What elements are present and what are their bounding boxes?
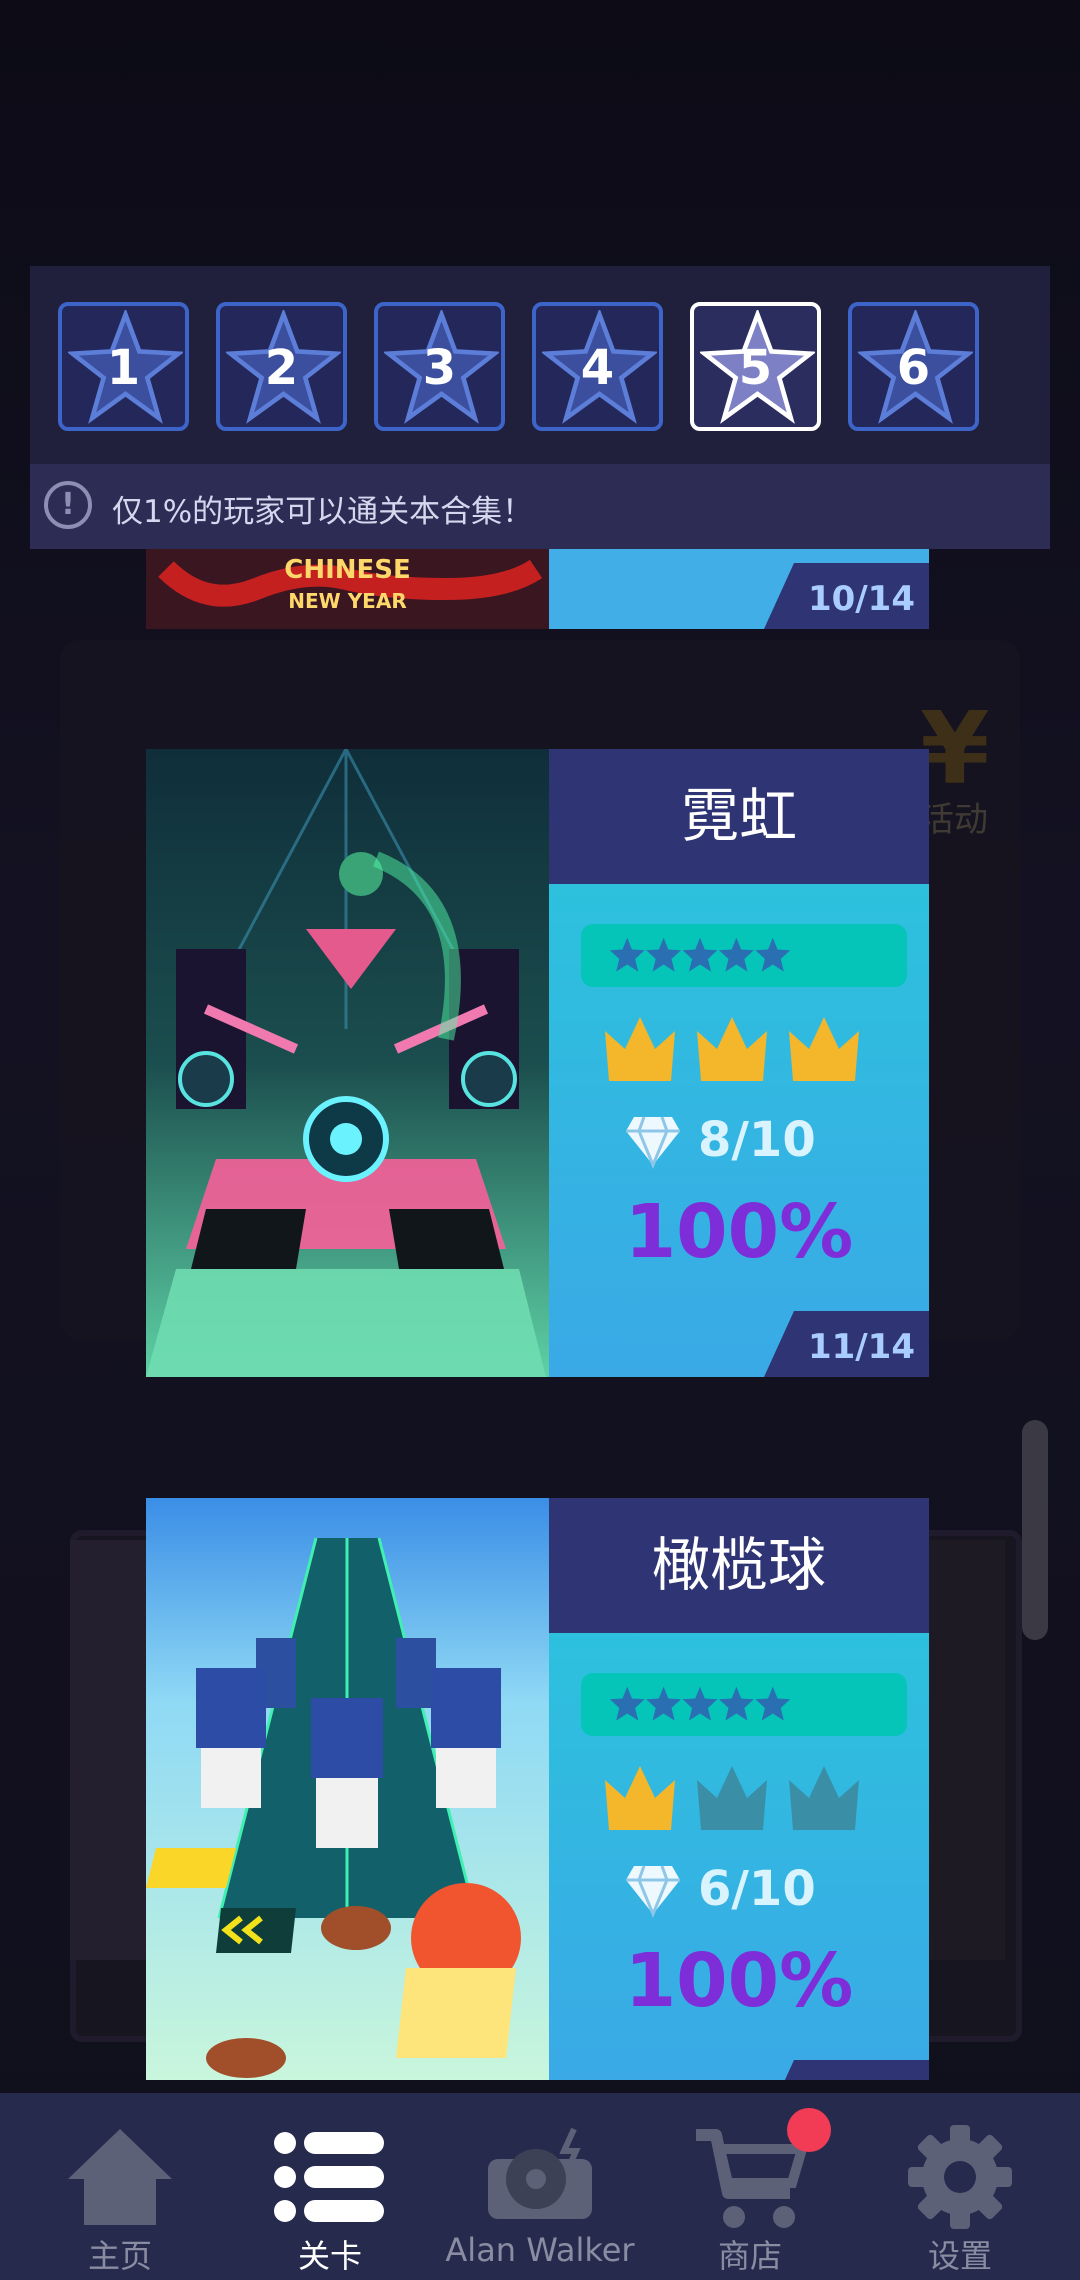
- background-event-label: 活动: [920, 800, 988, 840]
- background-side-right: [925, 1540, 1005, 1960]
- image-caption-line2: NEW YEAR: [288, 589, 407, 613]
- tab-collection-2[interactable]: 2: [216, 302, 347, 431]
- nav-alan-walker[interactable]: Alan Walker: [432, 2093, 648, 2280]
- image-caption-line1: CHINESE: [284, 555, 411, 585]
- nav-label: 设置: [927, 2237, 992, 2275]
- star-icon-row: [609, 937, 791, 972]
- collection-header: 1 2 3 4 5 6 ! 仅1%的玩家可以通关本合集！: [30, 266, 1050, 549]
- level-count-tab: [764, 2014, 929, 2080]
- nav-label: 商店: [717, 2237, 782, 2275]
- home-icon: [68, 2129, 172, 2225]
- nav-settings[interactable]: 设置: [852, 2093, 1068, 2280]
- level-count-tab: 10/14: [764, 563, 929, 629]
- gem-progress: 8/10: [624, 1107, 816, 1173]
- gem-progress: 6/10: [624, 1856, 816, 1922]
- tab-number: 4: [580, 340, 615, 396]
- tab-number: 5: [738, 340, 773, 396]
- background-sign: ¥: [920, 690, 990, 807]
- collection-notice: ! 仅1%的玩家可以通关本合集！: [30, 464, 1050, 549]
- notification-badge: [787, 2108, 831, 2152]
- level-thumbnail: [146, 1498, 549, 2080]
- tab-collection-6[interactable]: 6: [848, 302, 979, 431]
- tab-collection-3[interactable]: 3: [374, 302, 505, 431]
- gear-icon: [908, 2125, 1012, 2229]
- level-count: 10/14: [807, 579, 915, 619]
- nav-home[interactable]: 主页: [12, 2093, 228, 2280]
- level-thumbnail: CHINESE NEW YEAR: [146, 549, 549, 629]
- tab-number: 1: [106, 340, 141, 396]
- tab-collection-1[interactable]: 1: [58, 302, 189, 431]
- difficulty-stars: [581, 924, 907, 987]
- level-title: 霓虹: [549, 749, 929, 884]
- diamond-icon: [626, 1865, 680, 1918]
- completion-percent: 100%: [624, 1938, 854, 2024]
- collection-tabs: 1 2 3 4 5 6: [58, 302, 979, 431]
- scrollbar[interactable]: [1022, 1420, 1048, 1640]
- completion-percent: 100%: [624, 1189, 854, 1275]
- nav-label: 关卡: [297, 2237, 362, 2275]
- level-card-football[interactable]: 橄榄球 6/10 100%: [146, 1498, 929, 2080]
- nav-levels[interactable]: 关卡: [222, 2093, 438, 2280]
- football-level-art: [146, 1498, 549, 2080]
- crown-icons: [605, 1017, 859, 1081]
- level-info-panel: 橄榄球 6/10 100%: [549, 1498, 929, 2080]
- nav-label: Alan Walker: [445, 2231, 635, 2269]
- crown-icons: [605, 1766, 859, 1830]
- tab-collection-4[interactable]: 4: [532, 302, 663, 431]
- level-count-tab: 11/14: [764, 1311, 929, 1377]
- diamond-icon: [626, 1116, 680, 1169]
- exclamation-icon: !: [44, 481, 92, 529]
- tab-collection-5[interactable]: 5: [690, 302, 821, 431]
- bottom-navigation: 主页 关卡 Alan Walker 商店 设置: [0, 2093, 1080, 2280]
- level-thumbnail: [146, 749, 549, 1377]
- level-card-neon[interactable]: 霓虹 8/10 100% 11/14: [146, 749, 929, 1377]
- star-icon-row: [609, 1686, 791, 1721]
- level-count: 11/14: [807, 1327, 915, 1367]
- list-icon: [274, 2132, 384, 2222]
- gem-count: 6/10: [698, 1861, 816, 1917]
- nav-label: 主页: [87, 2237, 152, 2275]
- gem-count: 8/10: [698, 1112, 816, 1168]
- record-player-icon: [488, 2127, 592, 2219]
- level-title: 橄榄球: [549, 1498, 929, 1633]
- tab-number: 3: [422, 340, 457, 396]
- count-tab-shape: [784, 2060, 929, 2080]
- background-side-left: [70, 1540, 150, 1960]
- neon-level-art: [146, 749, 549, 1377]
- level-card-partial[interactable]: CHINESE NEW YEAR 10/14: [146, 549, 929, 629]
- level-info-panel: 霓虹 8/10 100%: [549, 749, 929, 1377]
- notice-text: 仅1%的玩家可以通关本合集！: [112, 494, 534, 530]
- difficulty-stars: [581, 1673, 907, 1736]
- tab-number: 6: [896, 340, 931, 396]
- tab-number: 2: [264, 340, 299, 396]
